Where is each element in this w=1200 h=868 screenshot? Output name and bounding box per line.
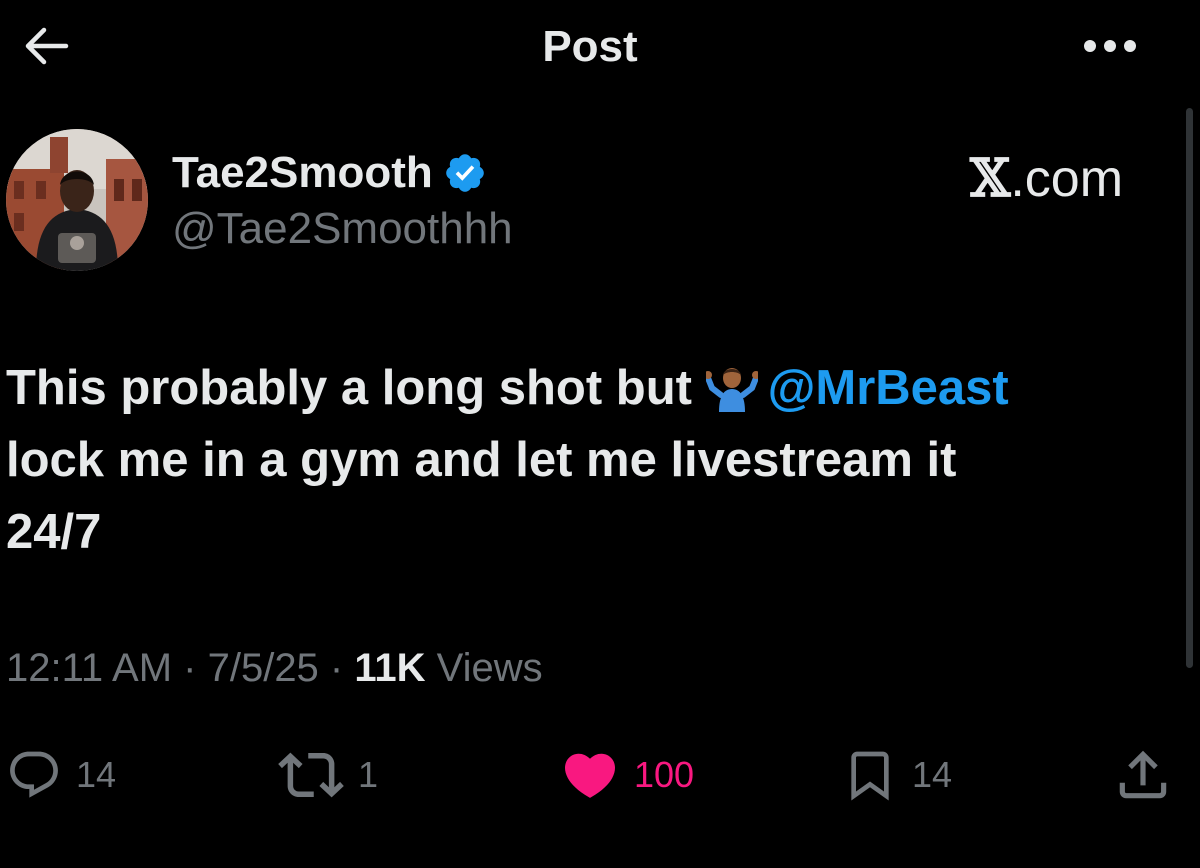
- author-name-row[interactable]: Tae2Smooth: [172, 146, 487, 200]
- bookmark-button[interactable]: 14: [842, 740, 952, 810]
- top-bar: Post: [0, 0, 1200, 96]
- share-button[interactable]: [1112, 740, 1174, 810]
- share-icon: [1119, 750, 1167, 799]
- post-text-line1: This probably a long shot but: [6, 361, 706, 415]
- heart-icon: [564, 753, 616, 798]
- meta-separator: ·: [318, 646, 355, 690]
- reply-count: 14: [76, 754, 117, 795]
- like-count: 100: [634, 754, 695, 795]
- scrollbar[interactable]: [1186, 108, 1193, 668]
- views-count[interactable]: 11K: [354, 646, 425, 690]
- like-button[interactable]: 100: [560, 740, 694, 810]
- more-horizontal-icon: [1084, 40, 1136, 52]
- avatar[interactable]: [6, 129, 148, 271]
- post-meta: 12:11 AM · 7/5/25 · 11K Views: [6, 646, 543, 691]
- views-label: Views: [425, 646, 543, 690]
- post-text-line3: 24/7: [6, 505, 102, 559]
- repost-button[interactable]: 1: [278, 740, 378, 810]
- meta-separator: ·: [172, 646, 208, 690]
- display-name[interactable]: Tae2Smooth: [172, 148, 433, 198]
- post-text-line2: lock me in a gym and let me livestream i…: [6, 433, 957, 487]
- more-options-button[interactable]: [1078, 30, 1142, 62]
- bookmark-count: 14: [912, 754, 953, 795]
- repost-count: 1: [358, 754, 379, 795]
- source-watermark: 𝕏.com: [970, 148, 1123, 209]
- mention-link[interactable]: @MrBeast: [768, 361, 1009, 415]
- avatar-image: [6, 129, 148, 271]
- shrug-emoji-icon: [705, 368, 758, 412]
- post-date[interactable]: 7/5/25: [208, 646, 319, 690]
- repost-icon: [278, 752, 344, 798]
- user-handle[interactable]: @Tae2Smoothhh: [172, 204, 513, 254]
- post-time[interactable]: 12:11 AM: [6, 646, 172, 690]
- page-title: Post: [542, 22, 638, 71]
- x-logo-glyph: 𝕏: [970, 148, 1011, 209]
- reply-button[interactable]: 14: [6, 740, 116, 810]
- reply-icon: [10, 751, 58, 798]
- source-domain-text: .com: [1010, 150, 1124, 208]
- verified-badge-icon: [443, 151, 487, 195]
- bookmark-icon: [851, 751, 889, 801]
- action-bar: 14 1 100 14: [0, 740, 1200, 810]
- post-text: This probably a long shot but @MrBeast l…: [6, 352, 1156, 568]
